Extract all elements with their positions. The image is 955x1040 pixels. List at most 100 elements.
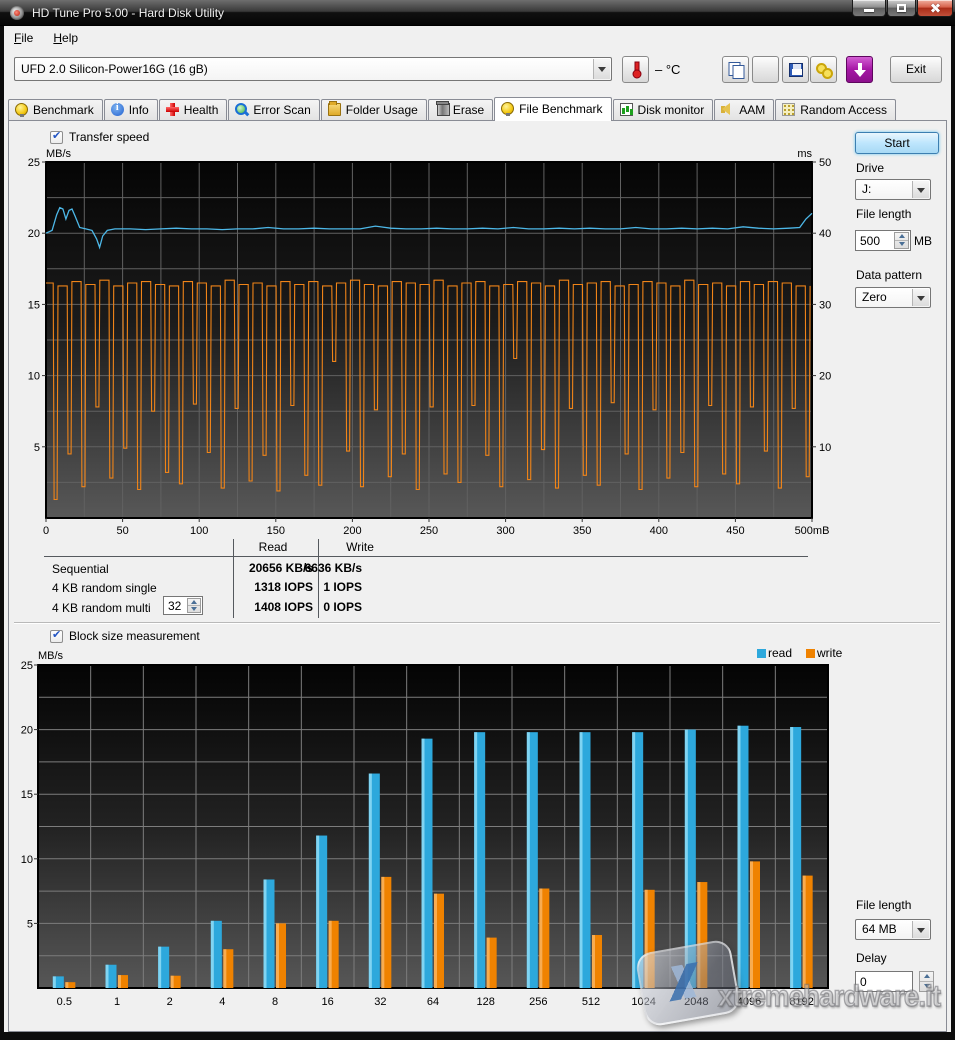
tab-page-file-benchmark xyxy=(8,120,947,1032)
spin-down-icon[interactable] xyxy=(895,241,908,249)
app-window: HD Tune Pro 5.00 - Hard Disk Utility Fil… xyxy=(0,0,955,1040)
copy-button[interactable] xyxy=(722,56,749,83)
spin-down-icon[interactable] xyxy=(920,982,933,992)
file-length-spinner[interactable]: 500 xyxy=(855,230,911,251)
magnifier-icon xyxy=(235,103,248,116)
start-label: Start xyxy=(884,136,909,150)
save-button[interactable] xyxy=(782,56,809,83)
delay-value: 0 xyxy=(860,975,867,989)
dropdown-button[interactable] xyxy=(912,289,929,306)
bars-icon xyxy=(620,103,633,116)
delay-field[interactable]: 0 xyxy=(855,971,913,992)
maximize-icon xyxy=(897,4,906,12)
data-pattern-value: Zero xyxy=(862,288,910,307)
tab-error-scan[interactable]: Error Scan xyxy=(228,99,319,121)
spinner-arrows[interactable] xyxy=(187,598,201,613)
tab-label: Random Access xyxy=(800,103,887,117)
chevron-down-icon xyxy=(917,188,925,193)
maximize-button[interactable] xyxy=(887,0,916,17)
title-bar: HD Tune Pro 5.00 - Hard Disk Utility xyxy=(0,0,955,26)
table-header-write: Write xyxy=(325,540,395,554)
floppy-icon xyxy=(789,63,803,77)
close-button[interactable] xyxy=(917,0,953,17)
spin-up-icon[interactable] xyxy=(895,233,908,241)
table-header-read: Read xyxy=(238,540,308,554)
folder-icon xyxy=(328,103,341,116)
tab-label: Folder Usage xyxy=(346,103,418,117)
tab-random-access[interactable]: Random Access xyxy=(775,99,896,121)
copy-image-button[interactable] xyxy=(752,56,779,83)
tab-label: Benchmark xyxy=(33,103,94,117)
legend-write-swatch xyxy=(806,649,815,658)
tab-label: Info xyxy=(129,103,149,117)
bulb-icon xyxy=(501,102,514,115)
menu-item-file[interactable]: File xyxy=(4,26,43,49)
tab-info[interactable]: Info xyxy=(104,99,158,121)
tab-file-benchmark[interactable]: File Benchmark xyxy=(494,97,611,121)
block-file-length-label: File length xyxy=(856,898,911,912)
tab-disk-monitor[interactable]: Disk monitor xyxy=(613,99,714,121)
checkbox-check-icon xyxy=(50,630,63,643)
drive-select-dropdown[interactable]: UFD 2.0 Silicon-Power16G (16 gB) xyxy=(14,57,612,81)
tab-health[interactable]: Health xyxy=(159,99,228,121)
minimize-button[interactable] xyxy=(852,0,886,17)
chevron-down-icon xyxy=(598,67,606,72)
tab-folder-usage[interactable]: Folder Usage xyxy=(321,99,427,121)
drive-dropdown[interactable]: J: xyxy=(855,179,931,200)
row-label-4kb-random-single: 4 KB random single xyxy=(52,581,157,595)
file-length-value: 500 xyxy=(860,234,880,248)
download-button[interactable] xyxy=(846,56,873,83)
close-icon xyxy=(929,2,941,14)
minimize-icon xyxy=(864,9,874,12)
random-multi-write-value: 0 IOPS xyxy=(252,600,362,614)
tab-aam[interactable]: AAM xyxy=(714,99,774,121)
delay-spinner-arrows[interactable] xyxy=(919,971,934,992)
transfer-speed-checkbox[interactable]: Transfer speed xyxy=(50,131,149,145)
drive-label: Drive xyxy=(856,161,884,175)
trash-icon xyxy=(437,103,450,116)
spinner-arrows[interactable] xyxy=(894,232,909,249)
exit-button[interactable]: Exit xyxy=(890,56,942,83)
tab-label: Error Scan xyxy=(253,103,310,117)
block-file-length-value: 64 MB xyxy=(862,920,910,939)
queue-depth-spinner[interactable]: 32 xyxy=(163,596,203,615)
temperature-readout: – °C xyxy=(655,62,680,77)
options-button[interactable] xyxy=(810,56,837,83)
tab-label: Erase xyxy=(453,103,484,117)
pages-icon xyxy=(728,62,743,78)
keys-icon xyxy=(816,63,832,77)
block-size-checkbox[interactable]: Block size measurement xyxy=(50,630,200,644)
start-button[interactable]: Start xyxy=(855,132,939,154)
temperature-button[interactable] xyxy=(622,56,649,83)
row-label-sequential: Sequential xyxy=(52,562,109,576)
bulb-icon xyxy=(15,103,28,116)
cross-icon xyxy=(166,103,179,116)
block-file-length-dropdown[interactable]: 64 MB xyxy=(855,919,931,940)
legend-write-label: write xyxy=(817,646,842,660)
block-size-label: Block size measurement xyxy=(69,629,200,643)
drive-value: J: xyxy=(862,180,910,199)
delay-label: Delay xyxy=(856,951,887,965)
dots-icon xyxy=(782,103,795,116)
transfer-speed-label: Transfer speed xyxy=(69,130,149,144)
dropdown-button[interactable] xyxy=(912,921,929,938)
data-pattern-dropdown[interactable]: Zero xyxy=(855,287,931,308)
tab-erase[interactable]: Erase xyxy=(428,99,493,121)
table-rule-horizontal xyxy=(44,556,808,557)
menu-bar: FileHelp xyxy=(4,26,951,52)
tab-label: Health xyxy=(184,103,219,117)
tab-label: File Benchmark xyxy=(519,102,602,116)
thermometer-icon xyxy=(632,61,639,78)
menu-item-help[interactable]: Help xyxy=(43,26,88,49)
spin-down-icon[interactable] xyxy=(188,606,200,613)
queue-depth-value: 32 xyxy=(168,599,181,613)
file-length-unit: MB xyxy=(914,234,932,248)
dropdown-button[interactable] xyxy=(912,181,929,198)
dropdown-button[interactable] xyxy=(593,59,610,79)
app-icon xyxy=(10,6,24,20)
info-icon xyxy=(111,103,124,116)
tab-label: AAM xyxy=(739,103,765,117)
file-length-label: File length xyxy=(856,207,911,221)
spin-up-icon[interactable] xyxy=(920,972,933,982)
tab-benchmark[interactable]: Benchmark xyxy=(8,99,103,121)
